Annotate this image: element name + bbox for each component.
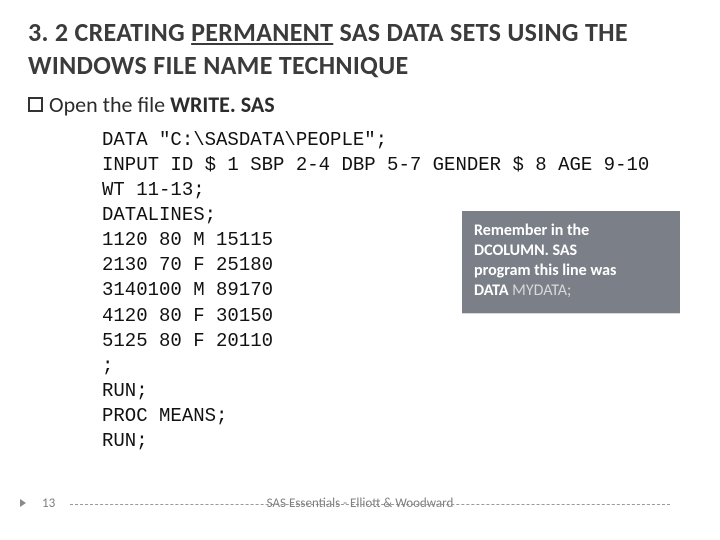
footer-credits: SAS Essentials - Elliott & Woodward — [0, 496, 720, 511]
title-prefix: 3. 2 CREATING — [28, 16, 191, 48]
square-bullet-icon — [28, 97, 43, 112]
callout-line1: Remember in the — [474, 221, 589, 240]
bullet-row: Open the file WRITE. SAS — [28, 91, 692, 118]
bullet-text: Open the file WRITE. SAS — [49, 91, 275, 118]
footer: 13 SAS Essentials - Elliott & Woodward — [0, 504, 720, 526]
bullet-lead: Open the file — [49, 91, 170, 118]
slide-title: 3. 2 CREATING PERMANENT SAS DATA SETS US… — [28, 16, 692, 81]
callout-line3: program this line was — [474, 261, 616, 280]
callout-line4a: DATA — [474, 281, 512, 300]
callout-line2: DCOLUMN. SAS — [474, 241, 577, 260]
slide: 3. 2 CREATING PERMANENT SAS DATA SETS US… — [0, 0, 720, 540]
title-underlined: PERMANENT — [191, 16, 333, 48]
callout-line4b: MYDATA; — [512, 281, 571, 300]
callout-box: Remember in the DCOLUMN. SAS program thi… — [462, 211, 680, 313]
bullet-filename: WRITE. SAS — [170, 91, 275, 118]
